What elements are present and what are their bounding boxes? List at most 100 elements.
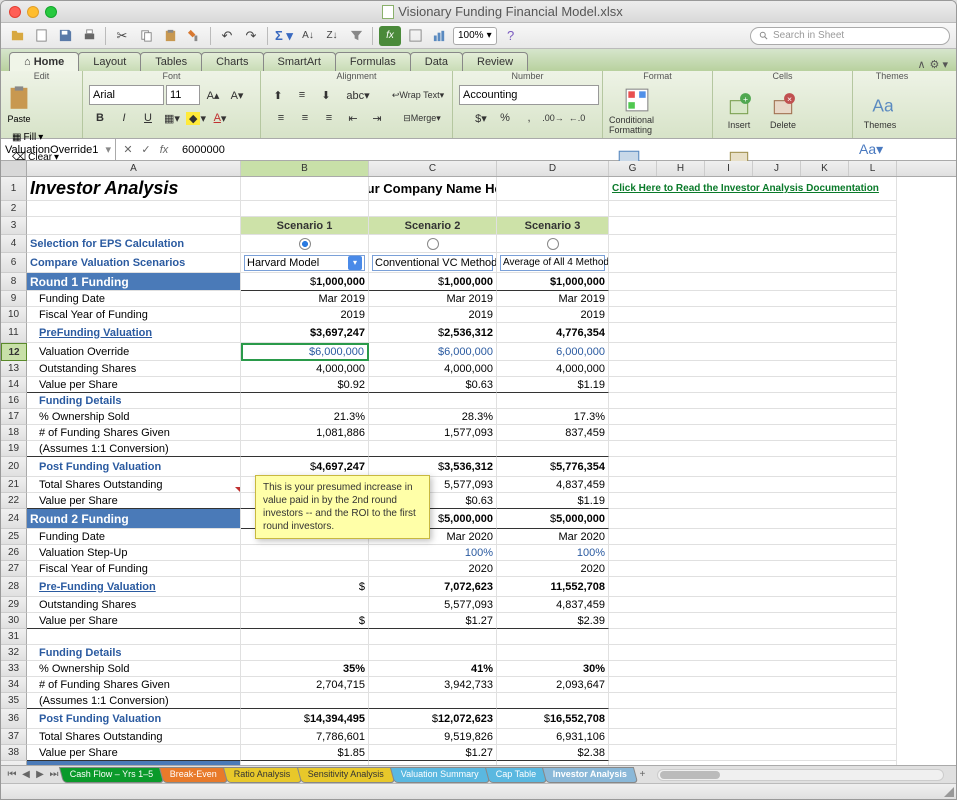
cancel-formula-icon[interactable]: ✕ [120,143,136,156]
worksheet[interactable]: A B C D G H I J K L 1 Investor Analysis … [1,161,956,765]
close-icon[interactable] [9,6,21,18]
maximize-icon[interactable] [45,6,57,18]
accept-formula-icon[interactable]: ✓ [138,143,154,156]
tab-data[interactable]: Data [410,52,463,71]
first-sheet-icon[interactable]: ⏮ [5,768,19,782]
sort-desc-icon[interactable]: Z↓ [322,26,342,46]
undo-icon[interactable]: ↶ [217,26,237,46]
col-header-A[interactable]: A [27,161,241,176]
select-all-corner[interactable] [1,161,27,176]
theme-fonts-button[interactable]: Aa▾ [859,141,883,158]
fx-icon[interactable]: fx [156,144,172,156]
align-top-icon[interactable]: ⬆ [267,85,289,105]
row-header[interactable]: 3 [1,217,27,235]
row-header[interactable]: 16 [1,393,27,409]
sheet-tab[interactable]: Cap Table [485,767,548,783]
row-header[interactable]: 35 [1,693,27,709]
col-header-B[interactable]: B [241,161,369,176]
row-header[interactable]: 14 [1,377,27,393]
next-sheet-icon[interactable]: ▶ [33,768,47,782]
row-header[interactable]: 36 [1,709,27,729]
row-header[interactable]: 40 [1,761,27,765]
indent-left-icon[interactable]: ⇤ [342,108,364,128]
chart-icon[interactable] [429,26,449,46]
orientation-button[interactable]: abc▾ [339,85,377,105]
merge-button[interactable]: ⊟ Merge ▾ [390,108,454,128]
row-header[interactable]: 34 [1,677,27,693]
sheet-tab-active[interactable]: Investor Analysis [542,767,638,783]
row-header[interactable]: 12 [1,343,27,361]
add-sheet-icon[interactable]: + [635,768,649,782]
underline-button[interactable]: U [137,108,159,128]
align-left-icon[interactable]: ≡ [270,108,292,128]
border-button[interactable]: ▦▾ [161,108,183,128]
collapse-ribbon-icon[interactable]: ∧ [917,58,925,71]
row-header[interactable]: 27 [1,561,27,577]
align-middle-icon[interactable]: ≡ [291,85,313,105]
bold-button[interactable]: B [89,108,111,128]
paste-icon[interactable] [160,26,180,46]
row-header[interactable]: 29 [1,597,27,613]
col-header-G[interactable]: G [609,161,657,176]
row-header[interactable]: 6 [1,253,27,273]
tab-review[interactable]: Review [462,52,528,71]
row-header[interactable]: 28 [1,577,27,597]
indent-right-icon[interactable]: ⇥ [366,108,388,128]
row-header[interactable]: 21 [1,477,27,493]
align-center-icon[interactable]: ≡ [294,108,316,128]
minimize-icon[interactable] [27,6,39,18]
col-header-I[interactable]: I [705,161,753,176]
scenario-2-radio[interactable] [369,235,497,253]
sheet-tab[interactable]: Ratio Analysis [223,767,302,783]
row-header[interactable]: 33 [1,661,27,677]
percent-icon[interactable]: % [494,108,516,128]
method-2-dropdown[interactable]: Conventional VC Method▾ [369,253,497,273]
copy-icon[interactable] [136,26,156,46]
row-header[interactable]: 10 [1,307,27,323]
resize-handle-icon[interactable] [942,785,954,797]
zoom-selector[interactable]: 100%▾ [453,27,497,45]
row-header[interactable]: 1 [1,177,27,201]
italic-button[interactable]: I [113,108,135,128]
prev-sheet-icon[interactable]: ◀ [19,768,33,782]
tab-tables[interactable]: Tables [140,52,202,71]
row-header[interactable]: 37 [1,729,27,745]
redo-icon[interactable]: ↷ [241,26,261,46]
col-header-D[interactable]: D [497,161,609,176]
title-cell[interactable]: Investor Analysis [27,177,241,201]
sheet-tab[interactable]: Cash Flow – Yrs 1–5 [59,767,165,783]
row-header[interactable]: 9 [1,291,27,307]
row-header[interactable]: 26 [1,545,27,561]
autosum-icon[interactable]: Σ ▾ [274,26,294,46]
fx-icon[interactable]: fx [379,26,401,46]
font-size-selector[interactable] [166,85,200,105]
insert-button[interactable]: +Insert [719,85,759,137]
row-header[interactable]: 24 [1,509,27,529]
row-header[interactable]: 4 [1,235,27,253]
grow-font-icon[interactable]: A▴ [202,85,224,105]
comma-icon[interactable]: , [518,108,540,128]
show-formulas-icon[interactable] [405,26,425,46]
row-header[interactable]: 22 [1,493,27,509]
search-input[interactable]: Search in Sheet [750,27,950,45]
tab-charts[interactable]: Charts [201,52,263,71]
decrease-decimal-icon[interactable]: ←.0 [566,108,588,128]
col-header-L[interactable]: L [849,161,897,176]
active-cell[interactable]: $6,000,000 [241,343,369,361]
scenario-3-radio[interactable] [497,235,609,253]
gear-icon[interactable]: ⚙ ▾ [930,58,948,71]
wrap-text-button[interactable]: ↩ Wrap Text ▾ [379,85,457,105]
row-header[interactable]: 19 [1,441,27,457]
company-name-cell[interactable]: Your Company Name Here [369,177,497,201]
row-header[interactable]: 13 [1,361,27,377]
row-header[interactable]: 38 [1,745,27,761]
sheet-tab[interactable]: Sensitivity Analysis [297,767,395,783]
scenario-1-radio[interactable] [241,235,369,253]
increase-decimal-icon[interactable]: .00→ [542,108,564,128]
align-bottom-icon[interactable]: ⬇ [315,85,337,105]
row-header[interactable]: 25 [1,529,27,545]
doc-link[interactable]: Click Here to Read the Investor Analysis… [612,183,879,194]
conditional-formatting-button[interactable]: Conditional Formatting [609,85,664,137]
row-header[interactable]: 2 [1,201,27,217]
method-1-dropdown[interactable]: Harvard Model▾ [241,253,369,273]
